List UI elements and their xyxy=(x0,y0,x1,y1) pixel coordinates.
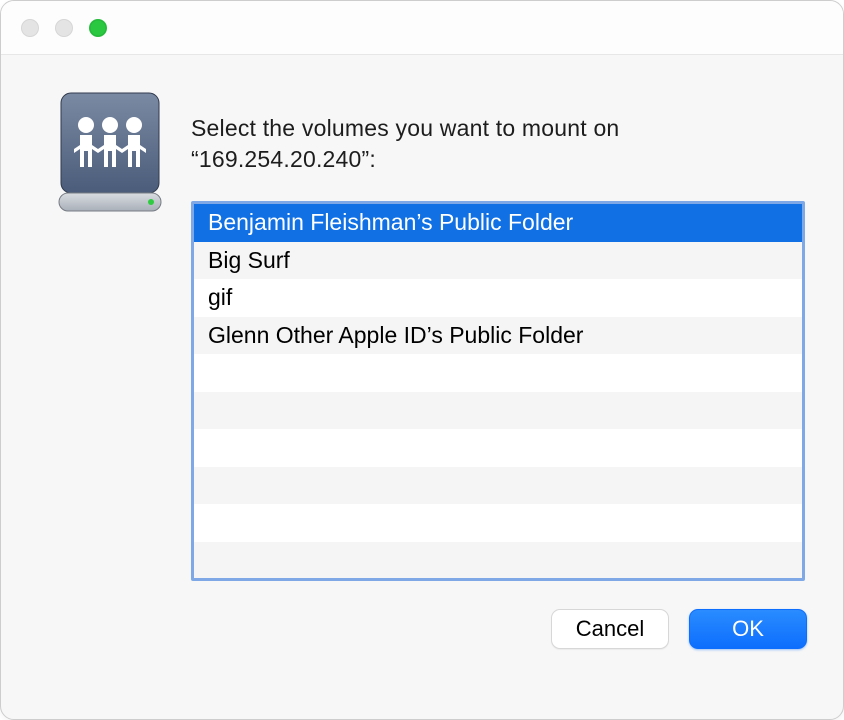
prompt-line-2: “169.254.20.240”: xyxy=(191,146,376,172)
list-item[interactable]: Benjamin Fleishman’s Public Folder xyxy=(194,204,802,242)
prompt-text: Select the volumes you want to mount on … xyxy=(191,89,805,175)
list-item[interactable]: Big Surf xyxy=(194,242,802,280)
volumes-listbox[interactable]: Benjamin Fleishman’s Public FolderBig Su… xyxy=(191,201,805,581)
list-item xyxy=(194,504,802,542)
icon-column xyxy=(57,89,163,587)
message-column: Select the volumes you want to mount on … xyxy=(191,89,805,587)
titlebar xyxy=(1,1,843,55)
dialog-footer: Cancel OK xyxy=(1,587,843,677)
list-item[interactable]: gif xyxy=(194,279,802,317)
list-item xyxy=(194,354,802,392)
list-item xyxy=(194,542,802,580)
dialog-content: Select the volumes you want to mount on … xyxy=(1,55,843,719)
network-drive-icon xyxy=(57,89,163,213)
minimize-traffic-light[interactable] xyxy=(55,19,73,37)
volumes-list-container: Benjamin Fleishman’s Public FolderBig Su… xyxy=(191,201,805,581)
list-item xyxy=(194,392,802,430)
ok-button[interactable]: OK xyxy=(689,609,807,649)
list-item xyxy=(194,467,802,505)
list-item xyxy=(194,429,802,467)
dialog-window: Select the volumes you want to mount on … xyxy=(0,0,844,720)
dialog-top: Select the volumes you want to mount on … xyxy=(1,55,843,587)
list-item[interactable]: Glenn Other Apple ID’s Public Folder xyxy=(194,317,802,355)
cancel-button[interactable]: Cancel xyxy=(551,609,669,649)
prompt-line-1: Select the volumes you want to mount on xyxy=(191,115,619,141)
close-traffic-light[interactable] xyxy=(21,19,39,37)
zoom-traffic-light[interactable] xyxy=(89,19,107,37)
